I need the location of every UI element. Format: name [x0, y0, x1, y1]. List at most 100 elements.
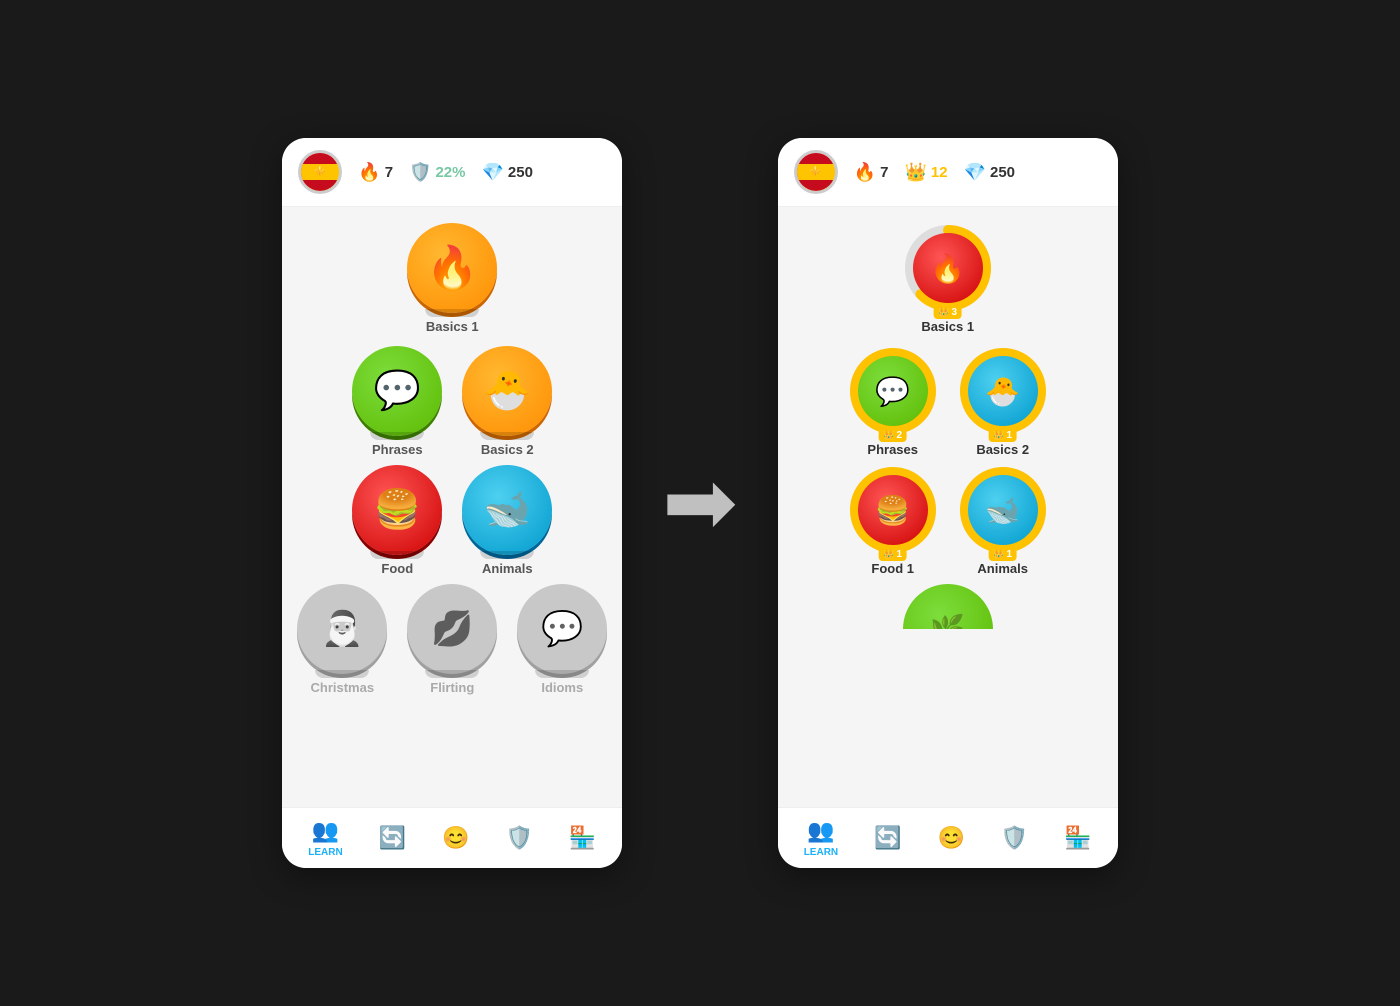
left-row-locked: 🎅 Christmas 💋 Flirting 💬 Idioms	[298, 584, 606, 695]
left-animals-circle: 🐋	[462, 465, 552, 555]
right-nav-learn[interactable]: 👥 LEARN	[804, 818, 838, 858]
left-basics2-circle: 🐣	[462, 346, 552, 436]
left-row-phrases-basics2: 💬 Phrases 🐣 Basics 2	[298, 346, 606, 457]
left-phone-header: ⚜️ 🔥 7 🛡️ 22% 💎 250	[282, 138, 622, 207]
right-phrases-label: Phrases	[867, 442, 918, 457]
right-basics1-ring: 🔥 👑 3	[903, 223, 993, 313]
left-phone: ⚜️ 🔥 7 🛡️ 22% 💎 250	[282, 138, 622, 868]
left-food-label: Food	[381, 561, 413, 576]
right-phrases-inner: 💬	[858, 356, 928, 426]
right-flag-avatar: ⚜️	[794, 150, 838, 194]
right-row-bottom: 🌿	[794, 584, 1102, 629]
left-christmas-circle: 🎅	[297, 584, 387, 674]
left-flirting-circle: 💋	[407, 584, 497, 674]
right-shop-icon: 🏪	[1064, 825, 1091, 851]
arrow-container: ➡	[662, 458, 737, 548]
left-skill-basics1[interactable]: 🔥 Basics 1	[407, 223, 497, 334]
right-skill-basics2[interactable]: 🐣 👑 1 Basics 2	[958, 346, 1048, 457]
left-basics1-circle: 🔥	[407, 223, 497, 313]
right-streak-stat: 🔥 7	[854, 162, 889, 183]
right-phrases-crown: 👑 2	[878, 429, 907, 442]
left-nav-shield[interactable]: 🛡️	[505, 825, 532, 851]
right-animals-label: Animals	[977, 561, 1028, 576]
right-flame-icon: 🔥	[854, 162, 876, 183]
right-skill-animals[interactable]: 🐋 👑 1 Animals	[958, 465, 1048, 576]
right-basics2-inner: 🐣	[968, 356, 1038, 426]
left-nav-profile[interactable]: 😊	[442, 825, 469, 851]
left-skill-phrases[interactable]: 💬 Phrases	[352, 346, 442, 457]
left-nav-practice[interactable]: 🔄	[379, 825, 406, 851]
right-skill-bottom-partial[interactable]: 🌿	[903, 584, 993, 629]
right-nav-shop[interactable]: 🏪	[1064, 825, 1091, 851]
left-shield-stat: 🛡️ 22%	[409, 162, 465, 183]
right-learn-icon: 👥	[807, 818, 834, 844]
left-idioms-circle: 💬	[517, 584, 607, 674]
left-skill-christmas: 🎅 Christmas	[297, 584, 387, 695]
nav-shield-icon: 🛡️	[505, 825, 532, 851]
right-nav-practice[interactable]: 🔄	[874, 825, 901, 851]
right-nav-profile[interactable]: 😊	[938, 825, 965, 851]
left-flirting-label: Flirting	[430, 680, 474, 695]
right-arrow: ➡	[662, 458, 737, 548]
right-skill-food1[interactable]: 🍔 👑 1 Food 1	[848, 465, 938, 576]
left-food-circle: 🍔	[352, 465, 442, 555]
left-basics2-label: Basics 2	[481, 442, 534, 457]
right-skill-basics1[interactable]: 🔥 👑 3 Basics 1	[903, 223, 993, 334]
left-gems-stat: 💎 250	[482, 162, 533, 183]
right-basics1-inner: 🔥	[913, 233, 983, 303]
right-crown-icon: 👑	[904, 162, 926, 183]
left-skill-idioms: 💬 Idioms	[517, 584, 607, 695]
right-practice-icon: 🔄	[874, 825, 901, 851]
right-crown-stat: 👑 12	[904, 162, 947, 183]
right-animals-crown: 👑 1	[988, 548, 1017, 561]
right-row-food-animals: 🍔 👑 1 Food 1	[794, 465, 1102, 576]
right-animals-inner: 🐋	[968, 475, 1038, 545]
right-profile-icon: 😊	[938, 825, 965, 851]
left-streak-stat: 🔥 7	[358, 162, 393, 183]
right-gems-stat: 💎 250	[964, 162, 1015, 183]
left-skill-animals[interactable]: 🐋 Animals	[462, 465, 552, 576]
right-partial-circle: 🌿	[903, 584, 993, 629]
right-food1-inner: 🍔	[858, 475, 928, 545]
left-bottom-nav: 👥 LEARN 🔄 😊 🛡️ 🏪	[282, 807, 622, 868]
left-phrases-label: Phrases	[372, 442, 423, 457]
left-basics1-label: Basics 1	[426, 319, 479, 334]
left-row-food-animals: 🍔 Food 🐋 Animals	[298, 465, 606, 576]
right-phrases-ring: 💬 👑 2	[848, 346, 938, 436]
gem-icon: 💎	[482, 162, 504, 183]
right-basics1-label: Basics 1	[921, 319, 974, 334]
left-row-basics1: 🔥 Basics 1	[298, 223, 606, 334]
left-skill-food[interactable]: 🍔 Food	[352, 465, 442, 576]
right-gem-icon: 💎	[964, 162, 986, 183]
right-basics2-ring: 🐣 👑 1	[958, 346, 1048, 436]
right-basics1-crown: 👑 3	[933, 306, 962, 319]
left-flag-avatar: ⚜️	[298, 150, 342, 194]
practice-icon: 🔄	[379, 825, 406, 851]
right-nav-shield[interactable]: 🛡️	[1001, 825, 1028, 851]
left-christmas-label: Christmas	[310, 680, 374, 695]
right-animals-ring: 🐋 👑 1	[958, 465, 1048, 555]
right-food1-ring: 🍔 👑 1	[848, 465, 938, 555]
right-basics2-crown: 👑 1	[988, 429, 1017, 442]
right-basics2-label: Basics 2	[976, 442, 1029, 457]
right-food1-crown: 👑 1	[878, 548, 907, 561]
shop-icon: 🏪	[569, 825, 596, 851]
right-row-basics1: 🔥 👑 3 Basics 1	[794, 223, 1102, 334]
right-phone-content: 🔥 👑 3 Basics 1	[778, 207, 1118, 807]
left-skill-flirting: 💋 Flirting	[407, 584, 497, 695]
left-idioms-label: Idioms	[541, 680, 583, 695]
right-bottom-nav: 👥 LEARN 🔄 😊 🛡️ 🏪	[778, 807, 1118, 868]
left-nav-learn[interactable]: 👥 LEARN	[308, 818, 342, 858]
left-phone-content: 🔥 Basics 1 💬 Phrases 🐣 Basics	[282, 207, 622, 807]
shield-icon: 🛡️	[409, 162, 431, 183]
right-phone: ⚜️ 🔥 7 👑 12 💎 250	[778, 138, 1118, 868]
right-row-phrases-basics2: 💬 👑 2 Phrases	[794, 346, 1102, 457]
right-skill-phrases[interactable]: 💬 👑 2 Phrases	[848, 346, 938, 457]
left-phrases-circle: 💬	[352, 346, 442, 436]
right-food1-label: Food 1	[871, 561, 914, 576]
left-skill-basics2[interactable]: 🐣 Basics 2	[462, 346, 552, 457]
scene: ⚜️ 🔥 7 🛡️ 22% 💎 250	[242, 98, 1157, 908]
left-nav-shop[interactable]: 🏪	[569, 825, 596, 851]
left-animals-label: Animals	[482, 561, 533, 576]
right-nav-shield-icon: 🛡️	[1001, 825, 1028, 851]
